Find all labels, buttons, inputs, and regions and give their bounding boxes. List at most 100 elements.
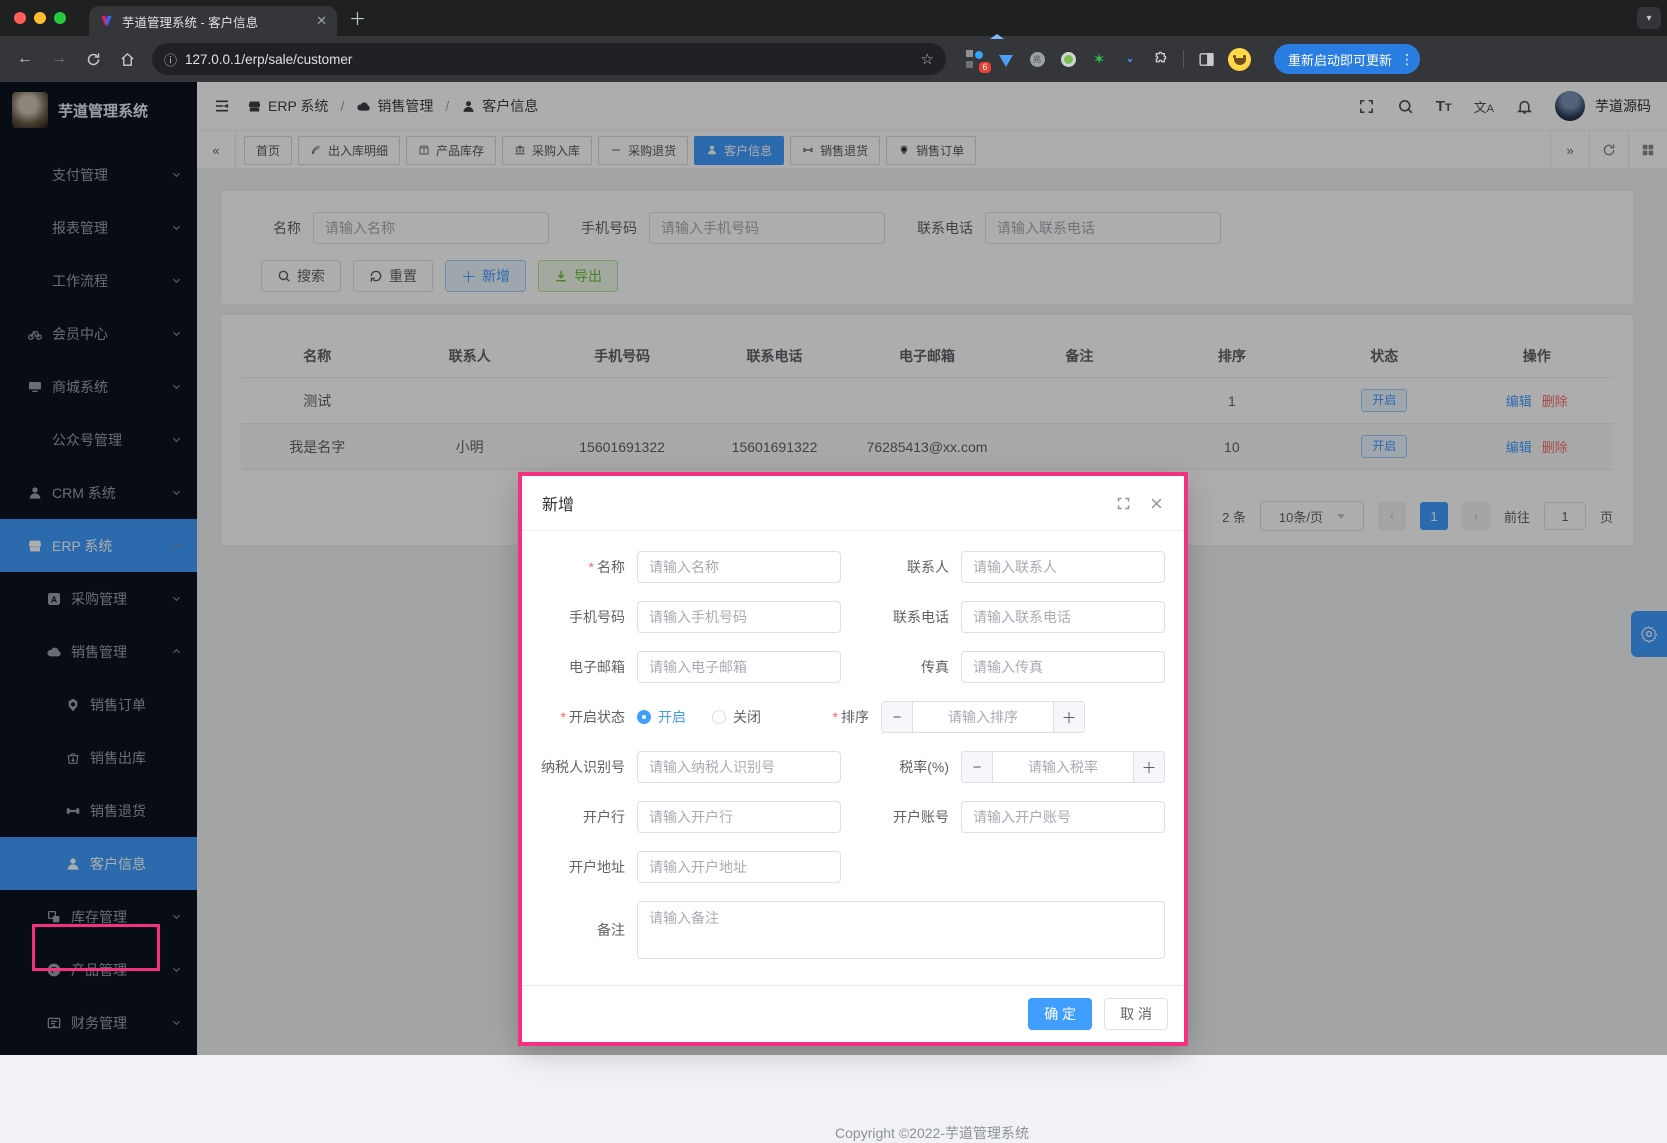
sidebar-item-销售退货[interactable]: 销售退货 [0,784,197,837]
reset-button[interactable]: 重置 [353,260,433,292]
breadcrumb-item-客户信息[interactable]: 客户信息 [461,96,538,116]
new-tab-button[interactable]: ＋ [349,5,366,30]
sidebar-item-工作流程[interactable]: 工作流程 [0,254,197,307]
extension-icon-5[interactable]: ✶ [1090,50,1108,68]
window-controls[interactable] [14,12,66,24]
forward-button[interactable]: → [44,44,74,74]
sidebar-item-支付管理[interactable]: 支付管理 [0,148,197,201]
sidebar-collapse-icon[interactable] [213,98,231,114]
confirm-button[interactable]: 确 定 [1028,998,1092,1030]
sidebar-item-CRM 系统[interactable]: CRM 系统 [0,466,197,519]
dialog-input-纳税人识别号[interactable] [637,751,841,783]
language-icon[interactable]: 文A [1474,97,1494,116]
sidebar-item-库存管理[interactable]: 库存管理 [0,890,197,943]
goto-page-input[interactable] [1544,502,1586,530]
search-button[interactable]: 搜索 [261,260,341,292]
sidebar-item-销售出库[interactable]: 销售出库 [0,731,197,784]
sidebar-item-财务管理[interactable]: 财务管理 [0,996,197,1049]
dialog-input-开户地址[interactable] [637,851,841,883]
extension-icon-4[interactable] [1059,50,1077,68]
sidebar-item-报表管理[interactable]: 报表管理 [0,201,197,254]
reload-button[interactable] [78,44,108,74]
close-window-button[interactable] [14,12,26,24]
status-badge[interactable]: 开启 [1361,435,1407,457]
sidebar-item-采购管理[interactable]: A采购管理 [0,572,197,625]
sidebar-item-销售管理[interactable]: 销售管理 [0,625,197,678]
search-input-名称[interactable] [313,212,549,244]
tab-search-button[interactable]: ▾ [1637,7,1661,29]
stepper-increase-button[interactable]: ＋ [1133,752,1164,782]
extension-icon-3[interactable]: 兆 [1028,50,1046,68]
page-number-1[interactable]: 1 [1420,502,1448,530]
prev-page-button[interactable]: ‹ [1378,502,1406,530]
dialog-input-手机号码[interactable] [637,601,841,633]
radio-option-关闭[interactable]: 关闭 [712,707,761,727]
sidebar-item-ERP 系统[interactable]: ERP 系统 [0,519,197,572]
edit-link[interactable]: 编辑 [1506,440,1532,455]
chrome-update-button[interactable]: 重新启动即可更新 ⋮ [1274,44,1420,74]
sidebar-item-会员中心[interactable]: 会员中心 [0,307,197,360]
dialog-fullscreen-icon[interactable] [1116,496,1131,511]
dialog-input-开户行[interactable] [637,801,841,833]
stepper-increase-button[interactable]: ＋ [1053,702,1084,732]
bookmark-star-icon[interactable]: ☆ [921,50,934,68]
delete-link[interactable]: 删除 [1542,394,1568,409]
page-size-select[interactable]: 10条/页 [1260,501,1364,531]
tabs-scroll-left[interactable]: « [197,131,236,169]
dialog-input-电子邮箱[interactable] [637,651,841,683]
page-tab-首页[interactable]: 首页 [244,136,292,165]
dialog-input-联系电话[interactable] [961,601,1165,633]
side-panel-icon[interactable] [1197,50,1215,68]
dialog-close-icon[interactable] [1149,496,1164,511]
dialog-input-开户账号[interactable] [961,801,1165,833]
extension-icon-1[interactable]: 6 [966,50,984,68]
sidebar-item-公众号管理[interactable]: 公众号管理 [0,413,197,466]
browser-menu-icon[interactable]: ⋮ [1400,51,1414,68]
status-badge[interactable]: 开启 [1361,389,1407,411]
extension-icon-2[interactable] [997,50,1015,68]
page-tab-客户信息[interactable]: 客户信息 [694,136,784,165]
profile-avatar[interactable] [1228,48,1251,71]
search-input-联系电话[interactable] [985,212,1221,244]
tab-close-icon[interactable]: ✕ [316,13,327,29]
sidebar-item-销售订单[interactable]: 销售订单 [0,678,197,731]
page-tab-采购入库[interactable]: 采购入库 [502,136,592,165]
home-button[interactable] [112,44,142,74]
app-logo-row[interactable]: 芋道管理系统 [0,82,197,138]
search-icon[interactable] [1397,98,1414,115]
address-bar[interactable]: ⓘ 127.0.0.1/erp/sale/customer ☆ [152,43,946,75]
back-button[interactable]: ← [10,44,40,74]
font-size-icon[interactable]: TT [1436,98,1452,115]
page-tab-产品库存[interactable]: 产品库存 [406,136,496,165]
search-input-手机号码[interactable] [649,212,885,244]
delete-link[interactable]: 删除 [1542,440,1568,455]
dialog-input-名称[interactable] [637,551,841,583]
edit-link[interactable]: 编辑 [1506,394,1532,409]
user-avatar[interactable] [1555,91,1585,121]
page-tab-采购退货[interactable]: 采购退货 [598,136,688,165]
sidebar-item-商城系统[interactable]: 商城系统 [0,360,197,413]
sidebar-item-产品管理[interactable]: P产品管理 [0,943,197,996]
fullscreen-icon[interactable] [1358,98,1375,115]
stepper-input-税率(%)[interactable] [993,752,1133,782]
next-page-button[interactable]: › [1462,502,1490,530]
cancel-button[interactable]: 取 消 [1104,998,1168,1030]
sidebar-item-客户信息[interactable]: 客户信息 [0,837,197,890]
page-tab-销售退货[interactable]: 销售退货 [790,136,880,165]
stepper-input-排序[interactable] [913,702,1053,732]
dialog-input-联系人[interactable] [961,551,1165,583]
maximize-window-button[interactable] [54,12,66,24]
page-tab-销售订单[interactable]: 销售订单 [886,136,976,165]
radio-option-开启[interactable]: 开启 [637,707,686,727]
tabs-refresh-icon[interactable] [1589,131,1628,169]
notification-bell-icon[interactable] [1516,98,1533,115]
add-button[interactable]: ＋ 新增 [445,260,526,292]
tabs-layout-icon[interactable] [1628,131,1667,169]
minimize-window-button[interactable] [34,12,46,24]
breadcrumb-item-ERP 系统[interactable]: ERP 系统 [247,96,328,116]
export-button[interactable]: 导出 [538,260,618,292]
extension-icon-6[interactable]: ⌄⌄ [1121,50,1139,68]
settings-fab[interactable] [1631,611,1667,657]
page-tab-出入库明细[interactable]: 出入库明细 [298,136,400,165]
dialog-input-传真[interactable] [961,651,1165,683]
